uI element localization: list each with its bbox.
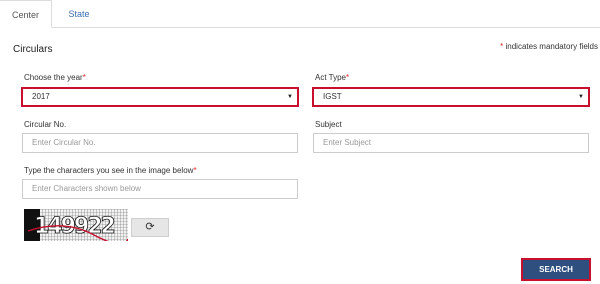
year-select[interactable]: 2017 ▼ xyxy=(21,87,299,107)
tab-state[interactable]: State xyxy=(52,0,106,28)
search-button[interactable]: SEARCH xyxy=(521,258,591,281)
page-title: Circulars xyxy=(13,44,53,55)
required-star: * xyxy=(345,73,350,82)
refresh-captcha-button[interactable]: ⟳ xyxy=(131,218,169,237)
captcha-label: Type the characters you see in the image… xyxy=(24,166,197,175)
required-star: * xyxy=(500,42,504,51)
chevron-down-icon: ▼ xyxy=(287,94,293,100)
tab-center[interactable]: Center xyxy=(0,0,52,28)
subject-label: Subject xyxy=(315,120,342,129)
chevron-down-icon: ▼ xyxy=(578,94,584,100)
required-star: * xyxy=(193,166,197,175)
act-type-select-value: IGST xyxy=(323,92,342,101)
mandatory-note-text: indicates mandatory fields xyxy=(505,42,599,51)
act-type-label: Act Type* xyxy=(315,73,350,82)
required-star: * xyxy=(82,73,86,82)
circular-no-input[interactable]: Enter Circular No. xyxy=(22,133,298,153)
refresh-icon: ⟳ xyxy=(145,221,155,233)
mandatory-note: * indicates mandatory fields xyxy=(500,42,598,51)
act-type-select[interactable]: IGST ▼ xyxy=(312,87,590,107)
captcha-input[interactable]: Enter Characters shown below xyxy=(22,179,298,199)
year-label: Choose the year* xyxy=(24,73,86,82)
circular-no-label: Circular No. xyxy=(24,120,67,129)
subject-input[interactable]: Enter Subject xyxy=(313,133,589,153)
tab-bar: Center State xyxy=(0,0,600,28)
captcha-image: 149922 xyxy=(24,209,128,241)
year-select-value: 2017 xyxy=(32,92,50,101)
